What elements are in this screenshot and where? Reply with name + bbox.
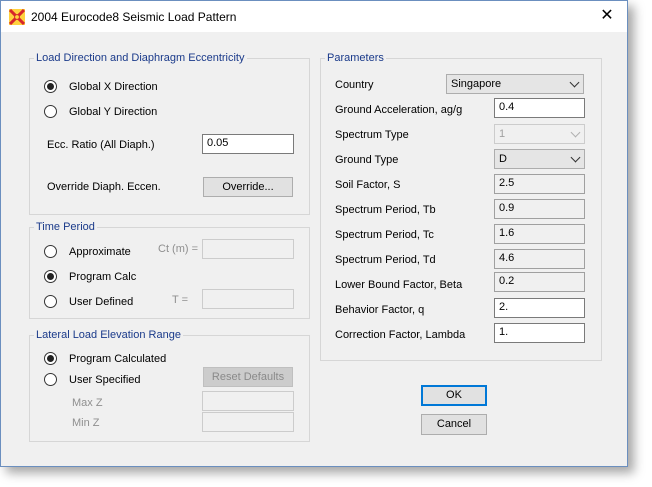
lambda-label: Correction Factor, Lambda: [335, 329, 466, 341]
correction-factor-input[interactable]: 1.: [494, 323, 585, 343]
soil-factor-field: 2.5: [494, 174, 585, 194]
t-input[interactable]: [202, 289, 294, 309]
min-z-input[interactable]: [202, 412, 294, 432]
global-x-radio[interactable]: [44, 80, 57, 93]
global-y-label: Global Y Direction: [69, 106, 158, 118]
td-field: 4.6: [494, 249, 585, 269]
min-z-label: Min Z: [72, 417, 100, 429]
dialog-window: 2004 Eurocode8 Seismic Load Pattern ✕ Lo…: [0, 0, 628, 467]
max-z-input[interactable]: [202, 391, 294, 411]
country-value: Singapore: [451, 78, 502, 90]
ground-accel-label: Ground Acceleration, ag/g: [335, 104, 463, 116]
country-label: Country: [335, 79, 374, 91]
spectrum-type-select[interactable]: 1: [494, 124, 585, 144]
ecc-ratio-label: Ecc. Ratio (All Diaph.): [47, 139, 155, 151]
program-calculated-radio[interactable]: [44, 352, 57, 365]
global-y-radio[interactable]: [44, 105, 57, 118]
user-specified-label: User Specified: [69, 374, 141, 386]
ecc-ratio-input[interactable]: 0.05: [202, 134, 294, 154]
user-defined-label: User Defined: [69, 296, 134, 308]
user-specified-radio[interactable]: [44, 373, 57, 386]
td-label: Spectrum Period, Td: [335, 254, 436, 266]
spectrum-type-value: 1: [499, 128, 506, 140]
beta-label: Lower Bound Factor, Beta: [335, 279, 463, 291]
cancel-button[interactable]: Cancel: [421, 414, 487, 435]
soil-factor-label: Soil Factor, S: [335, 179, 401, 191]
program-calc-radio[interactable]: [44, 270, 57, 283]
lateral-load-legend: Lateral Load Elevation Range: [36, 329, 181, 341]
app-icon: [9, 9, 25, 25]
approximate-radio[interactable]: [44, 245, 57, 258]
tc-field: 1.6: [494, 224, 585, 244]
close-button[interactable]: ✕: [597, 6, 617, 26]
spectrum-type-label: Spectrum Type: [335, 129, 409, 141]
ground-accel-input[interactable]: 0.4: [494, 98, 585, 118]
title-bar: 2004 Eurocode8 Seismic Load Pattern ✕: [1, 1, 627, 32]
q-label: Behavior Factor, q: [335, 304, 425, 316]
ground-type-select[interactable]: D: [494, 149, 585, 169]
tb-field: 0.9: [494, 199, 585, 219]
chevron-down-icon: [570, 127, 581, 138]
approximate-label: Approximate: [69, 246, 131, 258]
ok-button[interactable]: OK: [421, 385, 487, 406]
max-z-label: Max Z: [72, 397, 103, 409]
override-label: Override Diaph. Eccen.: [47, 181, 161, 193]
close-icon: ✕: [600, 7, 614, 24]
load-direction-legend: Load Direction and Diaphragm Eccentricit…: [36, 52, 245, 64]
ground-type-label: Ground Type: [335, 154, 399, 166]
time-period-legend: Time Period: [36, 221, 95, 233]
window-title: 2004 Eurocode8 Seismic Load Pattern: [31, 10, 237, 24]
global-x-label: Global X Direction: [69, 81, 158, 93]
program-calculated-label: Program Calculated: [69, 353, 167, 365]
t-label: T =: [172, 294, 189, 306]
ground-type-value: D: [499, 153, 507, 165]
program-calc-label: Program Calc: [69, 271, 137, 283]
parameters-legend: Parameters: [327, 52, 384, 64]
country-select[interactable]: Singapore: [446, 74, 584, 94]
beta-field: 0.2: [494, 272, 585, 292]
tc-label: Spectrum Period, Tc: [335, 229, 434, 241]
reset-defaults-button[interactable]: Reset Defaults: [203, 367, 293, 387]
user-defined-radio[interactable]: [44, 295, 57, 308]
chevron-down-icon: [570, 152, 581, 163]
tb-label: Spectrum Period, Tb: [335, 204, 436, 216]
behavior-factor-input[interactable]: 2.: [494, 298, 585, 318]
chevron-down-icon: [569, 77, 580, 88]
ct-label: Ct (m) =: [158, 243, 199, 255]
ct-input[interactable]: [202, 239, 294, 259]
override-button[interactable]: Override...: [203, 177, 293, 197]
